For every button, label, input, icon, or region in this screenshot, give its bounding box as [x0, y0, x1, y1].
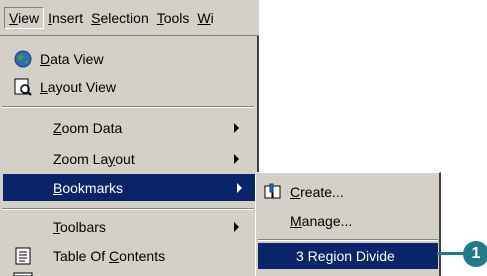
- zoom-layout-label-post: out: [115, 150, 135, 167]
- layout-view-label-key: L: [40, 78, 48, 95]
- menu-tools-label-key: T: [156, 9, 164, 26]
- data-view-label: Data View: [40, 51, 104, 67]
- layout-view-label: Layout View: [40, 79, 116, 95]
- create-bookmark-icon: [264, 183, 281, 199]
- submenu-arrow-icon: [234, 123, 239, 133]
- toc-label-post: ontents: [119, 247, 166, 264]
- menu-view[interactable]: View: [4, 6, 45, 29]
- zoom-layout-label: Zoom Layout: [53, 151, 135, 167]
- data-view-label-key: D: [40, 50, 51, 67]
- layout-view-label-post: ayout View: [47, 78, 117, 95]
- bookmarks-label-post: ookmarks: [62, 179, 124, 196]
- toc-label-pre: Table Of: [53, 247, 110, 264]
- create-label: Create...: [290, 184, 344, 200]
- menu-item-bookmarks[interactable]: Bookmarks: [3, 174, 255, 201]
- menu-item-data-view[interactable]: Data View: [0, 45, 255, 72]
- menu-view-label-key: V: [9, 9, 19, 26]
- menu-item-zoom-layout[interactable]: Zoom Layout: [0, 145, 255, 172]
- menu-bar: View Insert Selection Tools Wi: [0, 0, 259, 36]
- menu-item-table-of-contents[interactable]: Table Of Contents: [0, 242, 255, 269]
- view-menu: Data View Layout View Zoom Data Zoom Lay…: [0, 36, 259, 276]
- submenu-arrow-icon: [234, 154, 239, 164]
- layout-view-icon: [14, 78, 32, 96]
- bookmarks-label-key: B: [53, 179, 63, 196]
- submenu-item-manage[interactable]: Manage...: [258, 207, 438, 235]
- zoom-data-label-key: Z: [53, 119, 62, 136]
- zoom-data-label: Zoom Data: [53, 120, 122, 136]
- menu-window[interactable]: Wi: [193, 8, 217, 28]
- menu-selection[interactable]: Selection: [87, 8, 153, 28]
- menu-view-label-post: iew: [18, 9, 40, 26]
- create-label-post: reate...: [300, 184, 344, 200]
- zoom-data-label-post: oom Data: [61, 119, 123, 136]
- toc-label: Table Of Contents: [53, 248, 165, 264]
- menu-window-label-key: W: [197, 9, 211, 26]
- menu-item-layout-view[interactable]: Layout View: [0, 73, 255, 100]
- menu-insert-label-post: nsert: [52, 9, 84, 26]
- menu-separator: [2, 106, 254, 108]
- menu-item-toolbars[interactable]: Toolbars: [0, 213, 255, 240]
- next-item-icon-partial: [13, 272, 33, 276]
- manage-label-key: M: [290, 213, 302, 229]
- submenu-item-bookmark-3-region-divide[interactable]: 3 Region Divide: [258, 243, 438, 269]
- menu-item-zoom-data[interactable]: Zoom Data: [0, 114, 255, 141]
- menu-separator: [2, 208, 254, 210]
- create-label-key: C: [290, 184, 301, 200]
- manage-label: Manage...: [290, 213, 352, 229]
- data-view-globe-icon: [14, 50, 32, 68]
- manage-label-post: anage...: [301, 213, 353, 229]
- toolbars-label-key: T: [53, 218, 60, 235]
- toolbars-label: Toolbars: [53, 219, 106, 235]
- menu-selection-label-post: election: [100, 9, 149, 26]
- menu-tools-label-post: ools: [163, 9, 190, 26]
- toolbars-label-post: oolbars: [60, 218, 106, 235]
- data-view-label-post: ata View: [50, 50, 104, 67]
- bookmarks-submenu: Create... Manage... 3 Region Divide: [255, 172, 441, 276]
- submenu-arrow-icon: [234, 222, 239, 232]
- bookmarks-label: Bookmarks: [53, 180, 123, 196]
- toc-label-key: C: [109, 247, 120, 264]
- menu-insert[interactable]: Insert: [44, 8, 87, 28]
- zoom-layout-label-pre: Zoom La: [53, 150, 109, 167]
- submenu-item-create[interactable]: Create...: [258, 178, 438, 206]
- menu-window-label-post: i: [210, 9, 214, 26]
- callout-badge: 1: [463, 241, 487, 267]
- menu-tools[interactable]: Tools: [153, 8, 194, 28]
- bookmark-label: 3 Region Divide: [296, 248, 395, 264]
- submenu-separator: [258, 239, 438, 241]
- submenu-arrow-icon: [237, 183, 242, 193]
- table-of-contents-icon: [15, 247, 31, 265]
